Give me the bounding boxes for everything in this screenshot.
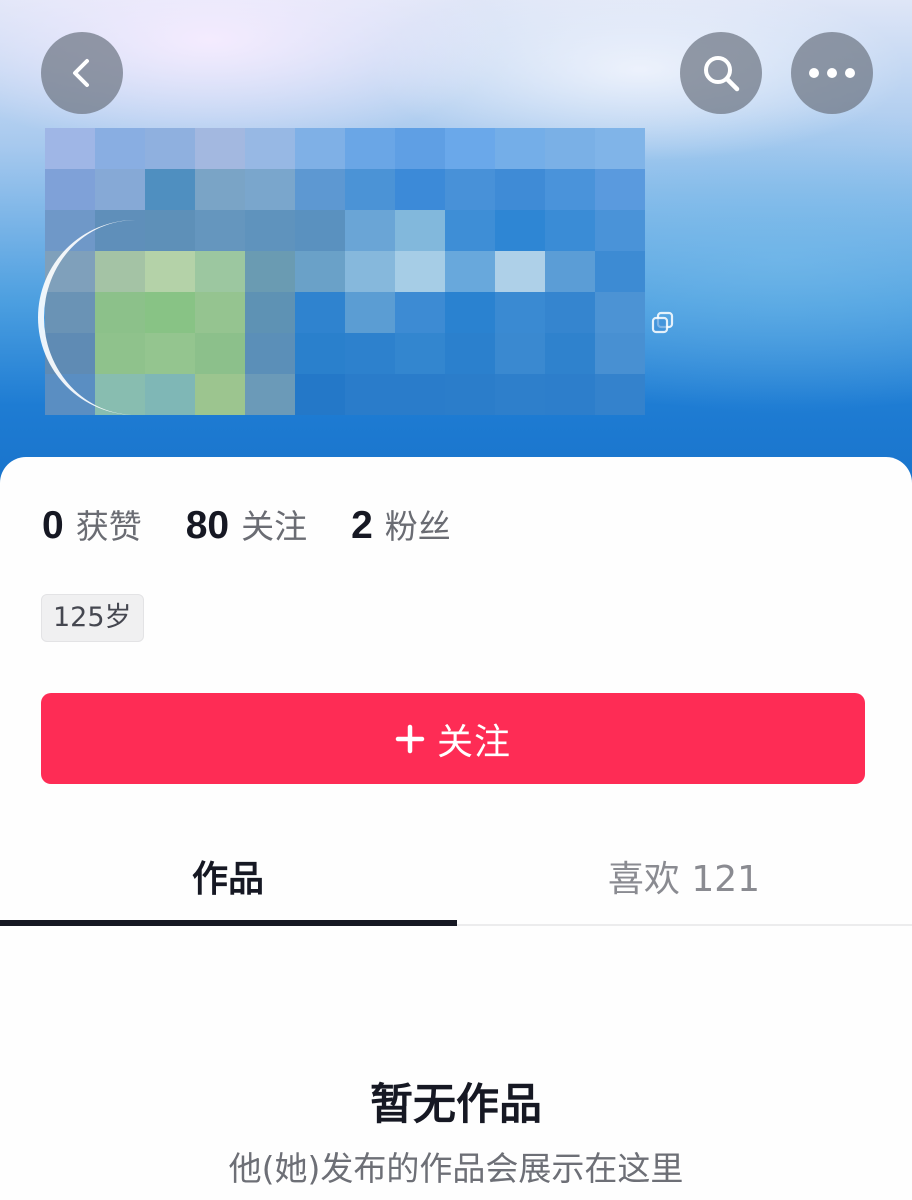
follow-button[interactable]: 关注 bbox=[41, 693, 865, 784]
mosaic-tile bbox=[245, 374, 295, 415]
mosaic-tile bbox=[595, 128, 645, 169]
mosaic-tile bbox=[145, 128, 195, 169]
mosaic-tile bbox=[395, 128, 445, 169]
mosaic-tile bbox=[295, 169, 345, 210]
tab-works[interactable]: 作品 bbox=[0, 830, 456, 926]
empty-state-title: 暂无作品 bbox=[370, 1080, 542, 1130]
tab-likes-label: 喜欢 121 bbox=[607, 859, 761, 900]
mosaic-tile bbox=[595, 374, 645, 415]
mosaic-tile bbox=[45, 169, 95, 210]
mosaic-tile bbox=[345, 210, 395, 251]
mosaic-tile bbox=[195, 333, 245, 374]
mosaic-tile bbox=[245, 251, 295, 292]
mosaic-tile bbox=[495, 251, 545, 292]
mosaic-tile bbox=[395, 374, 445, 415]
mosaic-tile bbox=[545, 374, 595, 415]
mosaic-tile bbox=[595, 210, 645, 251]
mosaic-tile bbox=[45, 128, 95, 169]
mosaic-tile bbox=[395, 333, 445, 374]
mosaic-tile bbox=[345, 374, 395, 415]
mosaic-tile bbox=[95, 128, 145, 169]
mosaic-tile bbox=[495, 128, 545, 169]
mosaic-tile bbox=[345, 128, 395, 169]
stat-likes-label: 获赞 bbox=[75, 507, 142, 546]
mosaic-tile bbox=[295, 251, 345, 292]
active-tab-indicator bbox=[0, 920, 457, 926]
stat-likes[interactable]: 0 获赞 bbox=[42, 500, 142, 548]
mosaic-tile bbox=[345, 292, 395, 333]
mosaic-tile bbox=[295, 374, 345, 415]
mosaic-tile bbox=[595, 292, 645, 333]
mosaic-tile bbox=[495, 292, 545, 333]
mosaic-tile bbox=[595, 333, 645, 374]
profile-page: 0 获赞 80 关注 2 粉丝 125岁 关注 作品 喜欢 121 暂无作品 他… bbox=[0, 0, 912, 1200]
mosaic-tile bbox=[195, 374, 245, 415]
mosaic-tile bbox=[595, 251, 645, 292]
mosaic-tile bbox=[195, 169, 245, 210]
mosaic-tile bbox=[545, 251, 595, 292]
mosaic-tile bbox=[395, 292, 445, 333]
stat-followers[interactable]: 2 粉丝 bbox=[351, 500, 451, 548]
follow-button-label: 关注 bbox=[436, 721, 511, 763]
mosaic-tile bbox=[245, 210, 295, 251]
mosaic-tile bbox=[295, 210, 345, 251]
mosaic-tile bbox=[195, 292, 245, 333]
chevron-left-icon bbox=[73, 59, 89, 87]
age-tag: 125岁 bbox=[41, 594, 144, 642]
mosaic-tile bbox=[595, 169, 645, 210]
mosaic-tile bbox=[295, 292, 345, 333]
back-button[interactable] bbox=[41, 32, 123, 114]
mosaic-tile bbox=[495, 374, 545, 415]
mosaic-tile bbox=[445, 333, 495, 374]
stat-likes-value: 0 bbox=[42, 504, 64, 547]
mosaic-tile bbox=[445, 169, 495, 210]
tab-likes[interactable]: 喜欢 121 bbox=[456, 830, 912, 926]
mosaic-tile bbox=[195, 210, 245, 251]
search-button[interactable] bbox=[680, 32, 762, 114]
stat-following-value: 80 bbox=[185, 504, 230, 547]
mosaic-tile bbox=[195, 128, 245, 169]
mosaic-tile bbox=[245, 292, 295, 333]
profile-stats: 0 获赞 80 关注 2 粉丝 bbox=[42, 500, 495, 550]
stat-following-label: 关注 bbox=[241, 507, 308, 546]
content-tabs: 作品 喜欢 121 bbox=[0, 830, 912, 926]
mosaic-tile bbox=[445, 251, 495, 292]
mosaic-tile bbox=[495, 333, 545, 374]
mosaic-tile bbox=[145, 169, 195, 210]
mosaic-tile bbox=[445, 374, 495, 415]
stat-followers-label: 粉丝 bbox=[384, 507, 451, 546]
mosaic-tile bbox=[545, 210, 595, 251]
mosaic-tile bbox=[545, 292, 595, 333]
mosaic-tile bbox=[245, 128, 295, 169]
mosaic-tile bbox=[545, 169, 595, 210]
mosaic-tile bbox=[245, 333, 295, 374]
mosaic-tile bbox=[395, 251, 445, 292]
mosaic-tile bbox=[345, 251, 395, 292]
mosaic-tile bbox=[345, 169, 395, 210]
mosaic-tile bbox=[495, 169, 545, 210]
mosaic-tile bbox=[395, 169, 445, 210]
empty-state-subtitle: 他(她)发布的作品会展示在这里 bbox=[228, 1149, 684, 1188]
stat-following[interactable]: 80 关注 bbox=[186, 500, 307, 548]
mosaic-tile bbox=[395, 210, 445, 251]
copy-icon[interactable] bbox=[650, 310, 676, 336]
more-options-button[interactable] bbox=[791, 32, 873, 114]
search-icon bbox=[704, 56, 740, 92]
mosaic-tile bbox=[495, 210, 545, 251]
mosaic-tile bbox=[445, 292, 495, 333]
stat-followers-value: 2 bbox=[351, 504, 373, 547]
plus-icon bbox=[395, 724, 425, 753]
mosaic-tile bbox=[195, 251, 245, 292]
mosaic-tile bbox=[445, 128, 495, 169]
more-horizontal-icon bbox=[809, 68, 855, 78]
mosaic-tile bbox=[445, 210, 495, 251]
mosaic-tile bbox=[295, 333, 345, 374]
mosaic-tile bbox=[545, 333, 595, 374]
tab-works-label: 作品 bbox=[191, 859, 264, 900]
mosaic-tile bbox=[245, 169, 295, 210]
mosaic-tile bbox=[295, 128, 345, 169]
mosaic-tile bbox=[345, 333, 395, 374]
mosaic-tile bbox=[545, 128, 595, 169]
mosaic-tile bbox=[95, 169, 145, 210]
